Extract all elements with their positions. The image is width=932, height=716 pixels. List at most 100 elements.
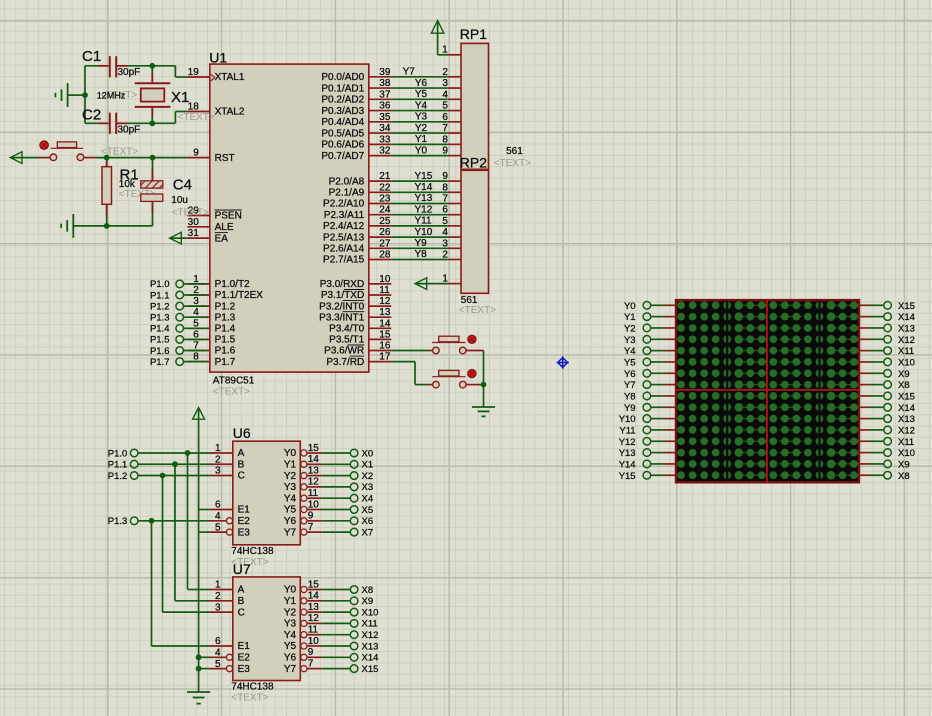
- svg-text:Y4: Y4: [415, 100, 428, 111]
- svg-text:Y3: Y3: [284, 619, 297, 630]
- svg-text:Y3: Y3: [624, 335, 636, 346]
- svg-text:9: 9: [442, 171, 448, 182]
- svg-text:6: 6: [215, 636, 221, 647]
- svg-text:P3.1/TXD: P3.1/TXD: [321, 290, 364, 301]
- svg-text:Y1: Y1: [415, 134, 428, 145]
- svg-text:P2.6/A14: P2.6/A14: [323, 244, 365, 255]
- svg-text:U6: U6: [233, 425, 251, 441]
- svg-text:P1.2: P1.2: [108, 471, 128, 482]
- svg-text:Y15: Y15: [415, 171, 433, 182]
- svg-text:11: 11: [308, 625, 319, 636]
- svg-text:X15: X15: [362, 664, 379, 675]
- svg-text:Y5: Y5: [624, 357, 636, 368]
- svg-text:<TEXT>: <TEXT>: [494, 158, 531, 169]
- svg-text:3: 3: [215, 466, 221, 477]
- svg-text:P3.5/T1: P3.5/T1: [329, 335, 364, 346]
- svg-text:Y6: Y6: [415, 78, 428, 89]
- svg-text:2: 2: [442, 250, 448, 261]
- svg-text:9: 9: [193, 148, 199, 159]
- svg-text:X7: X7: [362, 527, 374, 538]
- svg-text:7: 7: [308, 522, 314, 533]
- svg-text:37: 37: [379, 89, 391, 100]
- svg-text:32: 32: [379, 146, 391, 157]
- svg-text:Y13: Y13: [619, 448, 636, 459]
- svg-text:P2.0/A8: P2.0/A8: [329, 176, 365, 187]
- svg-text:X13: X13: [362, 641, 379, 652]
- svg-text:C1: C1: [82, 48, 101, 65]
- svg-text:13: 13: [308, 602, 320, 613]
- svg-text:X10: X10: [898, 448, 915, 459]
- svg-text:C: C: [238, 471, 245, 482]
- svg-text:X13: X13: [898, 323, 915, 334]
- svg-text:P1.7: P1.7: [150, 357, 170, 368]
- svg-text:Y5: Y5: [284, 641, 297, 652]
- svg-text:A: A: [238, 585, 245, 596]
- svg-text:8: 8: [442, 134, 448, 145]
- svg-text:P1.5: P1.5: [215, 335, 236, 346]
- svg-text:Y2: Y2: [415, 123, 428, 134]
- svg-text:Y4: Y4: [624, 346, 636, 357]
- svg-text:X11: X11: [898, 437, 914, 448]
- svg-text:7: 7: [442, 194, 448, 205]
- svg-text:Y7: Y7: [403, 67, 416, 78]
- svg-text:Y9: Y9: [624, 403, 636, 414]
- svg-text:PSEN: PSEN: [215, 211, 242, 222]
- svg-text:5: 5: [215, 522, 221, 533]
- svg-text:X1: X1: [362, 460, 374, 471]
- svg-text:1: 1: [215, 443, 221, 454]
- svg-text:X9: X9: [898, 459, 910, 470]
- svg-text:3: 3: [215, 602, 221, 613]
- svg-text:17: 17: [379, 352, 391, 363]
- svg-text:36: 36: [379, 101, 391, 112]
- svg-text:X14: X14: [898, 312, 915, 323]
- svg-text:EA: EA: [215, 233, 229, 244]
- svg-text:7: 7: [308, 658, 314, 669]
- svg-text:14: 14: [308, 591, 320, 602]
- svg-text:15: 15: [308, 579, 320, 590]
- svg-text:12: 12: [308, 477, 320, 488]
- svg-text:<TEXT>: <TEXT>: [231, 693, 268, 704]
- svg-text:P0.0/AD0: P0.0/AD0: [321, 72, 364, 83]
- svg-text:Y12: Y12: [415, 204, 433, 215]
- svg-text:P1.0/T2: P1.0/T2: [215, 279, 250, 290]
- svg-text:31: 31: [188, 228, 200, 239]
- svg-text:34: 34: [379, 123, 391, 134]
- svg-text:22: 22: [379, 182, 391, 193]
- svg-text:XTAL1: XTAL1: [215, 72, 245, 83]
- svg-text:<TEXT>: <TEXT>: [178, 112, 215, 123]
- svg-text:XTAL2: XTAL2: [215, 107, 245, 118]
- svg-text:30pF: 30pF: [118, 67, 141, 78]
- svg-text:561: 561: [506, 146, 523, 157]
- svg-text:Y2: Y2: [284, 607, 297, 618]
- svg-text:7: 7: [442, 123, 448, 134]
- svg-text:13: 13: [379, 307, 391, 318]
- svg-text:24: 24: [379, 205, 391, 216]
- svg-text:A: A: [238, 448, 245, 459]
- svg-text:<TEXT>: <TEXT>: [172, 208, 209, 219]
- svg-text:Y14: Y14: [415, 182, 433, 193]
- svg-text:X9: X9: [362, 596, 374, 607]
- svg-text:X12: X12: [362, 630, 379, 641]
- svg-text:X8: X8: [898, 380, 910, 391]
- svg-text:P0.5/AD5: P0.5/AD5: [321, 128, 364, 139]
- svg-text:<TEXT>: <TEXT>: [213, 387, 250, 398]
- svg-text:E1: E1: [238, 505, 251, 516]
- svg-text:P2.7/A15: P2.7/A15: [323, 255, 365, 266]
- svg-text:26: 26: [379, 227, 391, 238]
- svg-text:25: 25: [379, 216, 391, 227]
- svg-text:5: 5: [442, 101, 448, 112]
- svg-text:<TEXT>: <TEXT>: [101, 146, 138, 157]
- svg-text:27: 27: [379, 238, 391, 249]
- svg-text:Y1: Y1: [624, 312, 636, 323]
- svg-text:30pF: 30pF: [118, 124, 141, 135]
- svg-text:4: 4: [442, 227, 448, 238]
- svg-text:Y15: Y15: [619, 471, 636, 482]
- svg-text:1: 1: [215, 580, 221, 591]
- svg-text:P2.1/A9: P2.1/A9: [329, 188, 365, 199]
- svg-text:P1.4: P1.4: [150, 324, 170, 335]
- svg-text:C2: C2: [82, 107, 101, 124]
- svg-text:P0.3/AD3: P0.3/AD3: [321, 106, 364, 117]
- svg-text:Y11: Y11: [415, 216, 432, 227]
- svg-text:RP1: RP1: [460, 26, 487, 42]
- svg-text:Y8: Y8: [624, 391, 636, 402]
